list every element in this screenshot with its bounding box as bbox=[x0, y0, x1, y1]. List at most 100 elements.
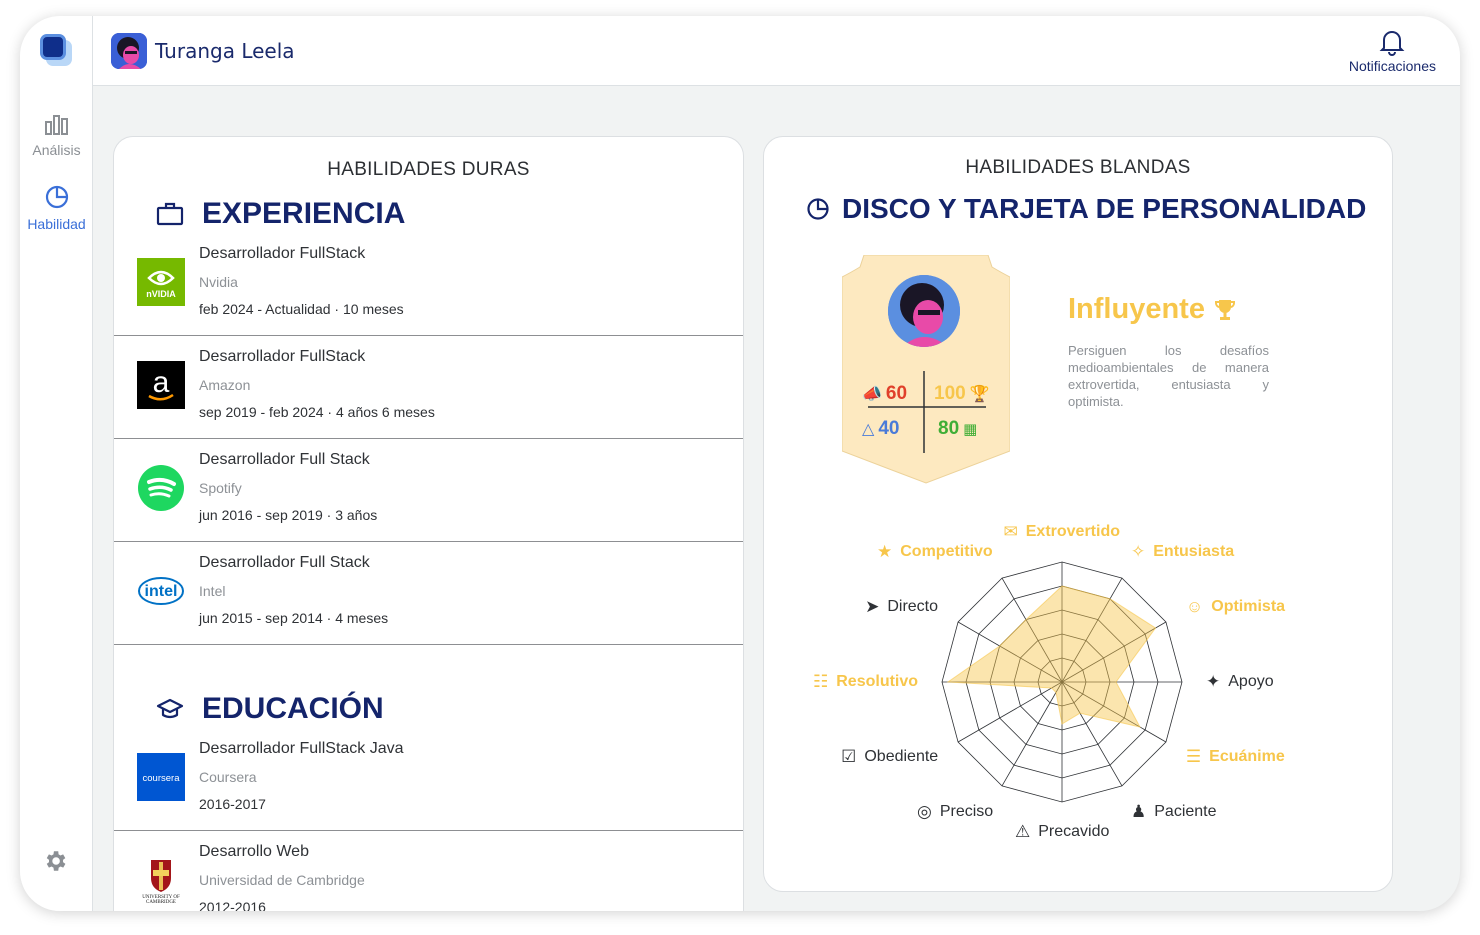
top-bar: Turanga Leela Notificaciones bbox=[93, 16, 1460, 86]
soft-skills-card: HABILIDADES BLANDAS DISCO Y TARJETA DE P… bbox=[763, 136, 1393, 892]
obediente-icon: ☑ bbox=[841, 747, 857, 766]
job-company: Nvidia bbox=[199, 274, 238, 290]
job-company: Spotify bbox=[199, 480, 242, 496]
list-item[interactable]: nVIDIA Desarrollador FullStack Nvidia fe… bbox=[114, 233, 743, 336]
radar-label-directo: ➤ Directo bbox=[865, 597, 938, 617]
svg-text:intel: intel bbox=[145, 583, 178, 600]
trophy-icon bbox=[1214, 299, 1235, 320]
sidebar-item-label: Habilidad bbox=[27, 216, 86, 232]
puzzle-icon: ▦ bbox=[963, 421, 978, 438]
notifications-button[interactable]: Notificaciones bbox=[1349, 28, 1436, 74]
resolutivo-icon: ☷ bbox=[813, 672, 829, 691]
directo-icon: ➤ bbox=[865, 597, 880, 616]
education-title: Desarrollador FullStack Java bbox=[199, 740, 404, 757]
job-role: Desarrollador FullStack bbox=[199, 245, 366, 262]
radar-tick-label: Ecuánime bbox=[1209, 748, 1285, 765]
job-role: Desarrollador Full Stack bbox=[199, 554, 370, 571]
radar-tick-label: Optimista bbox=[1211, 598, 1286, 615]
job-period: feb 2024 - Actualidad · 10 meses bbox=[199, 301, 404, 317]
entusiasta-icon: ✧ bbox=[1131, 542, 1146, 562]
bell-icon bbox=[1380, 31, 1405, 56]
gear-icon bbox=[46, 851, 66, 871]
job-company: Intel bbox=[199, 583, 226, 599]
radar-label-extrovertido: ✉ Extrovertido bbox=[1004, 522, 1121, 542]
paciente-icon: ♟ bbox=[1131, 801, 1147, 821]
megaphone-icon: 📣 bbox=[862, 386, 882, 403]
education-heading: EDUCACIÓN bbox=[156, 692, 384, 726]
amazon-logo: a bbox=[137, 361, 185, 409]
list-item[interactable]: Desarrollador Full Stack Spotify jun 201… bbox=[114, 439, 743, 542]
username: Turanga Leela bbox=[155, 39, 295, 63]
score-i: 100 🏆 bbox=[934, 383, 990, 404]
personality-type: Influyente bbox=[1068, 293, 1237, 326]
score-d: 📣 60 bbox=[862, 383, 908, 404]
job-period: jun 2016 - sep 2019 · 3 años bbox=[199, 507, 378, 523]
apoyo-icon: ✦ bbox=[1206, 672, 1221, 691]
education-period: 2012-2016 bbox=[199, 899, 266, 911]
list-item[interactable]: intel Desarrollador Full Stack Intel jun… bbox=[114, 542, 743, 645]
pie-chart-icon bbox=[807, 198, 829, 220]
precavido-icon: ⚠ bbox=[1015, 822, 1031, 841]
radar-label-entusiasta: ✧ Entusiasta bbox=[1131, 542, 1234, 562]
list-item[interactable]: a Desarrollador FullStack Amazon sep 201… bbox=[114, 336, 743, 439]
list-item[interactable]: UNIVERSITY OF CAMBRIDGE Desarrollo Web Un… bbox=[114, 831, 743, 911]
education-institution: Coursera bbox=[199, 769, 257, 785]
radar-label-competitivo: ★ Competitivo bbox=[877, 542, 993, 562]
trophy-icon: 🏆 bbox=[969, 386, 990, 403]
avatar bbox=[888, 275, 960, 347]
svg-text:a: a bbox=[153, 366, 170, 399]
coursera-logo: coursera bbox=[137, 753, 185, 801]
list-item[interactable]: coursera Desarrollador FullStack Java Co… bbox=[114, 728, 743, 831]
job-company: Amazon bbox=[199, 377, 251, 393]
svg-text:nVIDIA: nVIDIA bbox=[146, 289, 176, 299]
extrovertido-icon: ✉ bbox=[1003, 522, 1018, 541]
radar-tick-label: Resolutivo bbox=[836, 673, 919, 690]
experience-heading: EXPERIENCIA bbox=[156, 197, 405, 231]
svg-text:coursera: coursera bbox=[143, 773, 181, 784]
radar-label-obediente: ☑ Obediente bbox=[841, 747, 938, 767]
personality-badge: 📣 60 100 🏆 △ 40 80 ▦ bbox=[842, 255, 1010, 485]
spotify-logo bbox=[137, 464, 185, 512]
radar-label-precavido: ⚠ Precavido bbox=[1015, 822, 1109, 842]
app-logo[interactable] bbox=[40, 34, 74, 68]
notifications-label: Notificaciones bbox=[1348, 58, 1436, 74]
radar-series-area bbox=[946, 585, 1157, 728]
radar-tick-label: Competitivo bbox=[900, 543, 993, 561]
intel-logo: intel bbox=[137, 567, 185, 615]
bar-chart-icon bbox=[44, 115, 68, 135]
disc-heading: DISCO Y TARJETA DE PERSONALIDAD bbox=[806, 193, 1366, 225]
radar-tick-label: Extrovertido bbox=[1025, 523, 1120, 540]
briefcase-icon bbox=[156, 202, 184, 226]
nvidia-logo: nVIDIA bbox=[137, 258, 185, 306]
education-period: 2016-2017 bbox=[199, 796, 266, 812]
radar-label-ecuanime: ☰ Ecuánime bbox=[1186, 747, 1285, 767]
hard-skills-title: HABILIDADES DURAS bbox=[327, 159, 530, 180]
app-frame: Análisis Habilidad Turanga Leela Notific… bbox=[20, 16, 1460, 911]
radar-tick-label: Obediente bbox=[864, 748, 939, 765]
education-title: Desarrollo Web bbox=[199, 843, 309, 860]
score-c: △ 40 bbox=[862, 418, 900, 439]
job-period: jun 2015 - sep 2014 · 4 meses bbox=[199, 610, 389, 626]
compass-icon: △ bbox=[862, 421, 875, 438]
pie-chart-icon bbox=[45, 185, 68, 209]
sidebar-item-habilidad[interactable]: Habilidad bbox=[20, 184, 93, 232]
radar-tick-label: Entusiasta bbox=[1153, 543, 1235, 561]
cambridge-logo: UNIVERSITY OF CAMBRIDGE bbox=[137, 856, 185, 905]
score-s: 80 ▦ bbox=[938, 418, 978, 439]
preciso-icon: ◎ bbox=[917, 801, 932, 821]
radar-tick-label: Precavido bbox=[1038, 823, 1110, 840]
settings-button[interactable] bbox=[42, 848, 68, 879]
soft-skills-title: HABILIDADES BLANDAS bbox=[965, 157, 1191, 178]
ecuanime-icon: ☰ bbox=[1185, 747, 1202, 766]
sidebar-item-analisis[interactable]: Análisis bbox=[20, 112, 93, 158]
job-period: sep 2019 - feb 2024 · 4 años 6 meses bbox=[199, 404, 435, 420]
sidebar-item-label: Análisis bbox=[32, 142, 81, 158]
education-institution: Universidad de Cambridge bbox=[199, 872, 365, 888]
optimista-icon: ☺ bbox=[1185, 597, 1204, 616]
hard-skills-card: HABILIDADES DURAS EXPERIENCIA nVIDIA Des… bbox=[113, 136, 744, 911]
avatar[interactable] bbox=[111, 33, 147, 69]
personality-description: Persiguen los desafíos medioambientales … bbox=[1068, 343, 1269, 409]
personality-radar-chart: ✉ Extrovertido ✧ Entusiasta ☺ Optimista ✦ Apoyo… bbox=[764, 517, 1392, 847]
svg-text:CAMBRIDGE: CAMBRIDGE bbox=[146, 900, 176, 904]
graduation-cap-icon bbox=[156, 698, 184, 719]
